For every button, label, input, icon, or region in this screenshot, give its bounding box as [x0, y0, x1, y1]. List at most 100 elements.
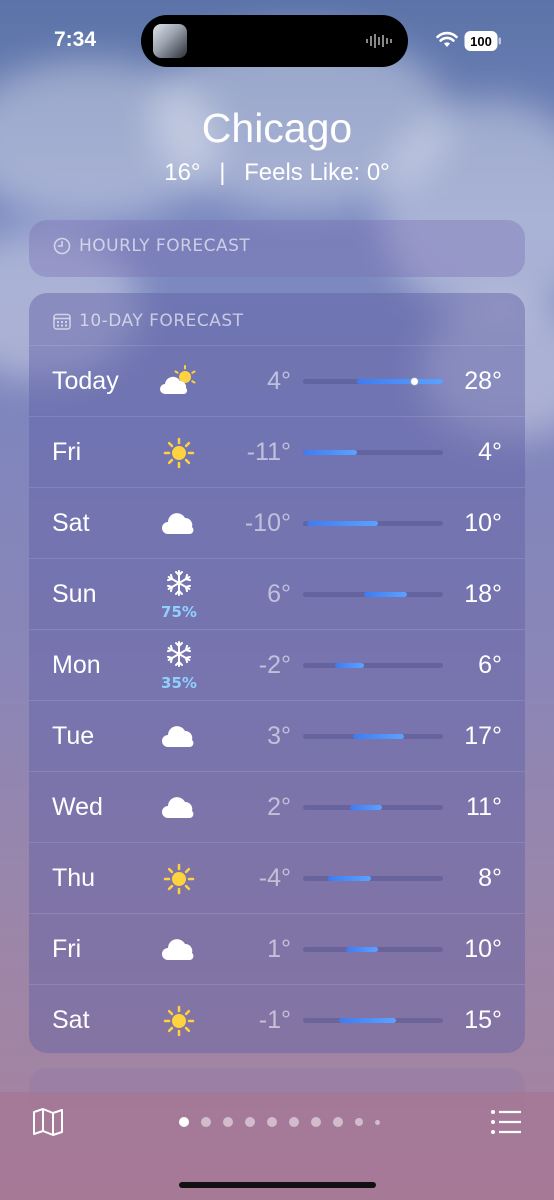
sun-icon — [159, 1001, 199, 1041]
temperature-range-bar — [303, 377, 443, 386]
temperature-range-fill — [349, 805, 382, 810]
battery-icon: 100 — [464, 31, 501, 51]
forecast-row[interactable]: Fri -11° 4° — [29, 416, 525, 488]
page-dot[interactable] — [374, 1119, 380, 1125]
temperature-range-bar — [303, 592, 443, 597]
ten-day-forecast-header: 10-DAY FORECAST — [53, 311, 244, 331]
page-dot[interactable] — [244, 1117, 255, 1127]
list-icon[interactable] — [490, 1109, 522, 1135]
temperature-range-fill — [364, 592, 408, 597]
ten-day-forecast-card[interactable]: 10-DAY FORECAST Today 4° 28° Fri -11° 4° Sat -1… — [29, 293, 525, 1053]
status-bar: 7:34 100 — [0, 0, 554, 80]
forecast-day: Thu — [52, 864, 96, 892]
temperature-range-fill — [335, 663, 364, 668]
dynamic-island[interactable] — [141, 15, 408, 67]
battery-level: 100 — [470, 34, 492, 49]
low-temperature: 4° — [267, 367, 291, 395]
temperature-range-bar — [303, 947, 443, 952]
high-temperature: 6° — [478, 651, 502, 679]
forecast-row[interactable]: Today 4° 28° — [29, 345, 525, 417]
temperature-range-fill — [353, 734, 404, 739]
page-indicator[interactable] — [0, 1114, 554, 1127]
current-temperature-marker — [409, 377, 419, 386]
page-dot[interactable] — [222, 1117, 233, 1127]
forecast-day: Sat — [52, 509, 90, 537]
city-name: Chicago — [201, 105, 353, 151]
forecast-row[interactable]: Mon 35% -2° 6° — [29, 629, 525, 701]
separator: | — [219, 159, 226, 186]
hourly-forecast-card[interactable]: HOURLY FORECAST — [29, 220, 525, 277]
low-temperature: -4° — [258, 864, 291, 892]
ten-day-forecast-title: 10-DAY FORECAST — [79, 311, 244, 331]
page-dot[interactable] — [178, 1117, 189, 1127]
forecast-day: Today — [52, 367, 119, 395]
temperature-range-fill — [356, 379, 443, 384]
low-temperature: -11° — [246, 438, 291, 466]
low-temperature: 6° — [267, 580, 291, 608]
feels-like: Feels Like: 0° — [244, 159, 390, 186]
forecast-row[interactable]: Sat -1° 15° — [29, 984, 525, 1056]
temperature-range-bar — [303, 663, 443, 668]
temperature-range-fill — [306, 521, 379, 526]
low-temperature: -2° — [258, 651, 291, 679]
temperature-range-bar — [303, 521, 443, 526]
page-dot[interactable] — [354, 1118, 363, 1126]
high-temperature: 10° — [464, 935, 502, 963]
forecast-day: Mon — [52, 651, 101, 679]
page-dot[interactable] — [332, 1117, 343, 1127]
calendar-icon — [53, 313, 71, 330]
temperature-range-bar — [303, 876, 443, 881]
audio-waveform-icon — [366, 34, 392, 48]
forecast-day: Fri — [52, 438, 82, 466]
precipitation-chance: 75% — [161, 603, 197, 621]
current-temperature: 16° — [164, 159, 201, 186]
cloud-icon — [159, 504, 199, 544]
high-temperature: 4° — [478, 438, 502, 466]
low-temperature: 3° — [267, 722, 291, 750]
temperature-range-bar — [303, 805, 443, 810]
precipitation-chance: 35% — [161, 674, 197, 692]
sun-icon — [159, 433, 199, 473]
clock-icon — [53, 237, 71, 255]
temperature-range-fill — [328, 876, 372, 881]
high-temperature: 18° — [464, 580, 502, 608]
now-playing-artwork — [153, 24, 187, 58]
page-dot[interactable] — [310, 1117, 321, 1127]
temperature-range-bar — [303, 1018, 443, 1023]
snowflake-icon — [159, 567, 199, 607]
high-temperature: 11° — [466, 793, 502, 821]
hourly-forecast-title: HOURLY FORECAST — [79, 236, 251, 256]
forecast-row[interactable]: Tue 3° 17° — [29, 700, 525, 772]
forecast-row[interactable]: Sat -10° 10° — [29, 487, 525, 559]
forecast-row[interactable]: Thu -4° 8° — [29, 842, 525, 914]
forecast-day: Wed — [52, 793, 103, 821]
forecast-day: Fri — [52, 935, 82, 963]
forecast-row[interactable]: Wed 2° 11° — [29, 771, 525, 843]
temperature-range-bar — [303, 734, 443, 739]
low-temperature: 2° — [267, 793, 291, 821]
cloud-icon — [159, 717, 199, 757]
low-temperature: -10° — [244, 509, 291, 537]
high-temperature: 15° — [464, 1006, 502, 1034]
high-temperature: 10° — [464, 509, 502, 537]
forecast-day: Sat — [52, 1006, 90, 1034]
page-dot[interactable] — [200, 1117, 211, 1127]
low-temperature: -1° — [258, 1006, 291, 1034]
partly-sunny-icon — [159, 362, 199, 402]
forecast-row[interactable]: Fri 1° 10° — [29, 913, 525, 985]
current-conditions: 16° | Feels Like: 0° — [0, 159, 554, 187]
home-indicator[interactable] — [179, 1182, 376, 1188]
high-temperature: 17° — [464, 722, 502, 750]
high-temperature: 8° — [478, 864, 502, 892]
page-dot[interactable] — [266, 1117, 277, 1127]
cloud-icon — [159, 930, 199, 970]
forecast-day: Tue — [52, 722, 95, 750]
page-dot[interactable] — [288, 1117, 299, 1127]
hourly-forecast-header: HOURLY FORECAST — [53, 236, 250, 256]
sun-icon — [159, 859, 199, 899]
high-temperature: 28° — [464, 367, 502, 395]
cloud-icon — [159, 788, 199, 828]
temperature-range-fill — [303, 450, 357, 455]
forecast-row[interactable]: Sun 75% 6° 18° — [29, 558, 525, 630]
temperature-range-bar — [303, 450, 443, 455]
